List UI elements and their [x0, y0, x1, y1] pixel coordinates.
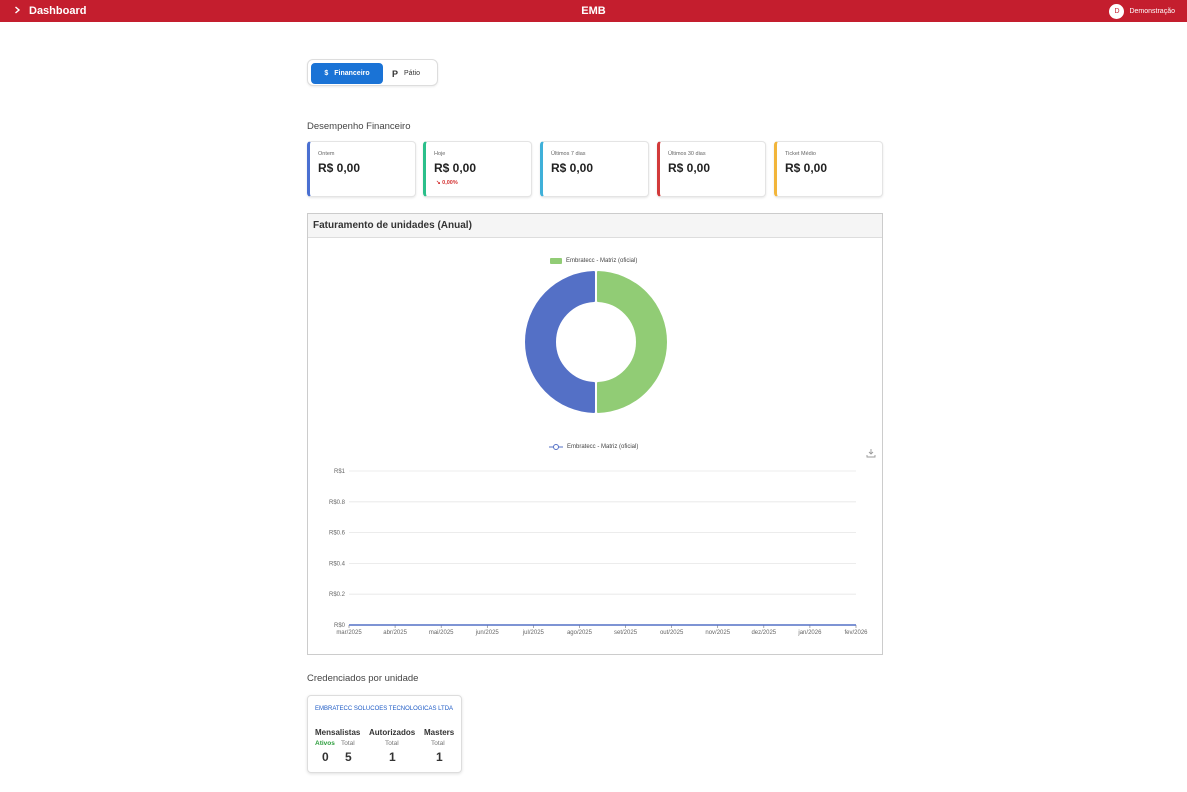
donut-legend-label: Embratecc - Matriz (oficial) — [566, 258, 638, 264]
y-tick-label: R$0.4 — [329, 561, 346, 567]
donut-slice[interactable] — [525, 271, 596, 413]
kpi-delta: ↘ 0,00% — [436, 180, 458, 186]
view-toggle: $ Financeiro P Pátio — [307, 59, 438, 86]
autorizados-header: Autorizados — [369, 728, 416, 737]
top-bar: Dashboard EMB D Demonstração — [0, 0, 1187, 22]
faturamento-title: Faturamento de unidades (Anual) — [308, 214, 882, 238]
donut-chart — [525, 271, 667, 413]
autorizados-total-label: Total — [385, 740, 399, 747]
avatar: D — [1109, 3, 1125, 19]
kpi-value: R$ 0,00 — [668, 161, 711, 175]
x-tick-label: out/2025 — [660, 630, 684, 636]
masters-header: Masters — [424, 728, 455, 737]
credenciados-card[interactable]: EMBRATECC SOLUCOES TECNOLOGICAS LTDA Men… — [307, 695, 462, 773]
patio-label: Pátio — [404, 70, 420, 77]
parking-icon: P — [392, 68, 399, 79]
kpi-card: Ontem R$ 0,00 — [307, 141, 416, 197]
donut-slice[interactable] — [596, 271, 667, 413]
kpi-label: Ontem — [318, 151, 335, 157]
app-title: EMB — [581, 5, 606, 17]
kpi-card: Últimos 7 dias R$ 0,00 — [540, 141, 649, 197]
dashboard-label: Dashboard — [29, 5, 87, 17]
line-chart: R$0 R$0.2 R$0.4 R$0.6 R$0.8 R$1 mar/2025 abr/20… — [329, 469, 868, 636]
x-tick-label: dez/2025 — [751, 630, 776, 636]
kpi-value: R$ 0,00 — [434, 161, 477, 175]
x-tick-label: nov/2025 — [705, 630, 730, 636]
chevron-right-icon — [14, 5, 21, 17]
mensalistas-total: 5 — [345, 750, 352, 764]
x-tick-label: set/2025 — [614, 630, 638, 636]
patio-tab[interactable]: P Pátio — [392, 63, 432, 84]
kpi-label: Ticket Médio — [785, 151, 816, 157]
kpi-value: R$ 0,00 — [318, 161, 361, 175]
x-tick-label: mai/2025 — [429, 630, 454, 636]
masters-total-label: Total — [431, 740, 445, 747]
x-tick-label: fev/2026 — [844, 630, 868, 636]
y-tick-label: R$0.6 — [329, 531, 346, 537]
desempenho-title: Desempenho Financeiro — [307, 121, 411, 132]
line-legend-marker — [549, 444, 563, 450]
y-tick-label: R$0 — [334, 623, 346, 629]
x-tick-label: mar/2025 — [336, 630, 362, 636]
unit-name: EMBRATECC SOLUCOES TECNOLOGICAS LTDA — [315, 706, 454, 712]
kpi-card: Ticket Médio R$ 0,00 — [774, 141, 883, 197]
financeiro-tab[interactable]: $ Financeiro — [311, 63, 383, 84]
x-tick-label: jan/2026 — [797, 630, 822, 636]
legend-swatch — [550, 258, 562, 264]
user-name: Demonstração — [1129, 7, 1175, 15]
y-tick-label: R$0.8 — [329, 500, 346, 506]
x-tick-label: jun/2025 — [475, 630, 500, 636]
x-tick-label: ago/2025 — [567, 630, 593, 636]
line-legend-label: Embratecc - Matriz (oficial) — [567, 444, 639, 450]
ativos-label: Ativos — [315, 740, 335, 747]
kpi-label: Últimos 7 dias — [551, 151, 586, 157]
credenciados-title: Credenciados por unidade — [307, 673, 419, 684]
dashboard-nav[interactable]: Dashboard — [14, 0, 86, 22]
user-menu[interactable]: D Demonstração — [1109, 0, 1175, 22]
kpi-label: Últimos 30 dias — [668, 151, 706, 157]
y-tick-label: R$1 — [334, 469, 346, 475]
kpi-value: R$ 0,00 — [551, 161, 594, 175]
download-icon[interactable] — [866, 445, 876, 458]
autorizados-total: 1 — [389, 750, 396, 764]
dollar-icon: $ — [324, 70, 329, 77]
donut-legend[interactable]: Embratecc - Matriz (oficial) — [550, 258, 637, 264]
mensalistas-header: Mensalistas — [315, 728, 361, 737]
kpi-label: Hoje — [434, 151, 446, 157]
mensalistas-total-label: Total — [341, 740, 355, 747]
x-tick-label: jul/2025 — [522, 630, 545, 636]
masters-total: 1 — [436, 750, 443, 764]
line-legend[interactable]: Embratecc - Matriz (oficial) — [549, 443, 638, 451]
y-tick-label: R$0.2 — [329, 592, 346, 598]
kpi-card: Hoje R$ 0,00 ↘ 0,00% — [423, 141, 532, 197]
x-tick-label: abr/2025 — [383, 630, 407, 636]
financeiro-label: Financeiro — [334, 70, 370, 77]
kpi-card: Últimos 30 dias R$ 0,00 — [657, 141, 766, 197]
kpi-value: R$ 0,00 — [785, 161, 828, 175]
ativos-count: 0 — [322, 750, 329, 764]
